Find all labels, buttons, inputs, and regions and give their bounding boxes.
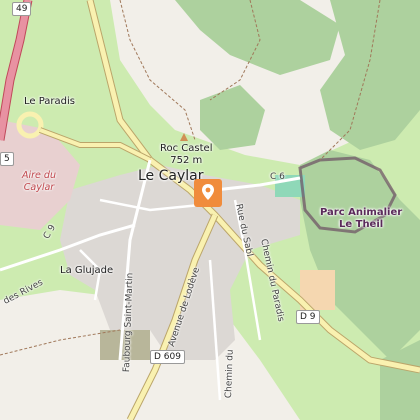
park-line-1: Parc Animalier bbox=[320, 207, 403, 218]
park-label[interactable]: Parc Animalier Le Theil bbox=[320, 207, 402, 231]
peak-elevation: 752 m bbox=[170, 155, 203, 166]
place-label-la-glujade[interactable]: La Glujade bbox=[60, 265, 113, 276]
road-label-c6: C 6 bbox=[270, 172, 285, 182]
peak-icon bbox=[180, 133, 188, 141]
rest-area-line-1: Aire du bbox=[22, 170, 56, 181]
location-pin-icon[interactable] bbox=[193, 178, 223, 208]
peak-name: Roc Castel bbox=[160, 143, 213, 154]
park-line-2: Le Theil bbox=[338, 219, 384, 230]
road-shield-5: 5 bbox=[0, 152, 14, 166]
road-shield-d9: D 9 bbox=[296, 310, 320, 324]
place-label-le-paradis[interactable]: Le Paradis bbox=[24, 96, 75, 107]
peak-label[interactable]: Roc Castel 752 m bbox=[160, 143, 212, 167]
road-shield-d609: D 609 bbox=[150, 350, 185, 364]
rest-area-label[interactable]: Aire du Caylar bbox=[22, 170, 56, 194]
road-shield-49: 49 bbox=[12, 2, 32, 16]
map-canvas[interactable]: Rue du Sabl Chemin du Paradis Avenue de … bbox=[0, 0, 420, 420]
street-label-chemin-du: Chemin du bbox=[224, 349, 236, 399]
rest-area-line-2: Caylar bbox=[23, 182, 55, 193]
